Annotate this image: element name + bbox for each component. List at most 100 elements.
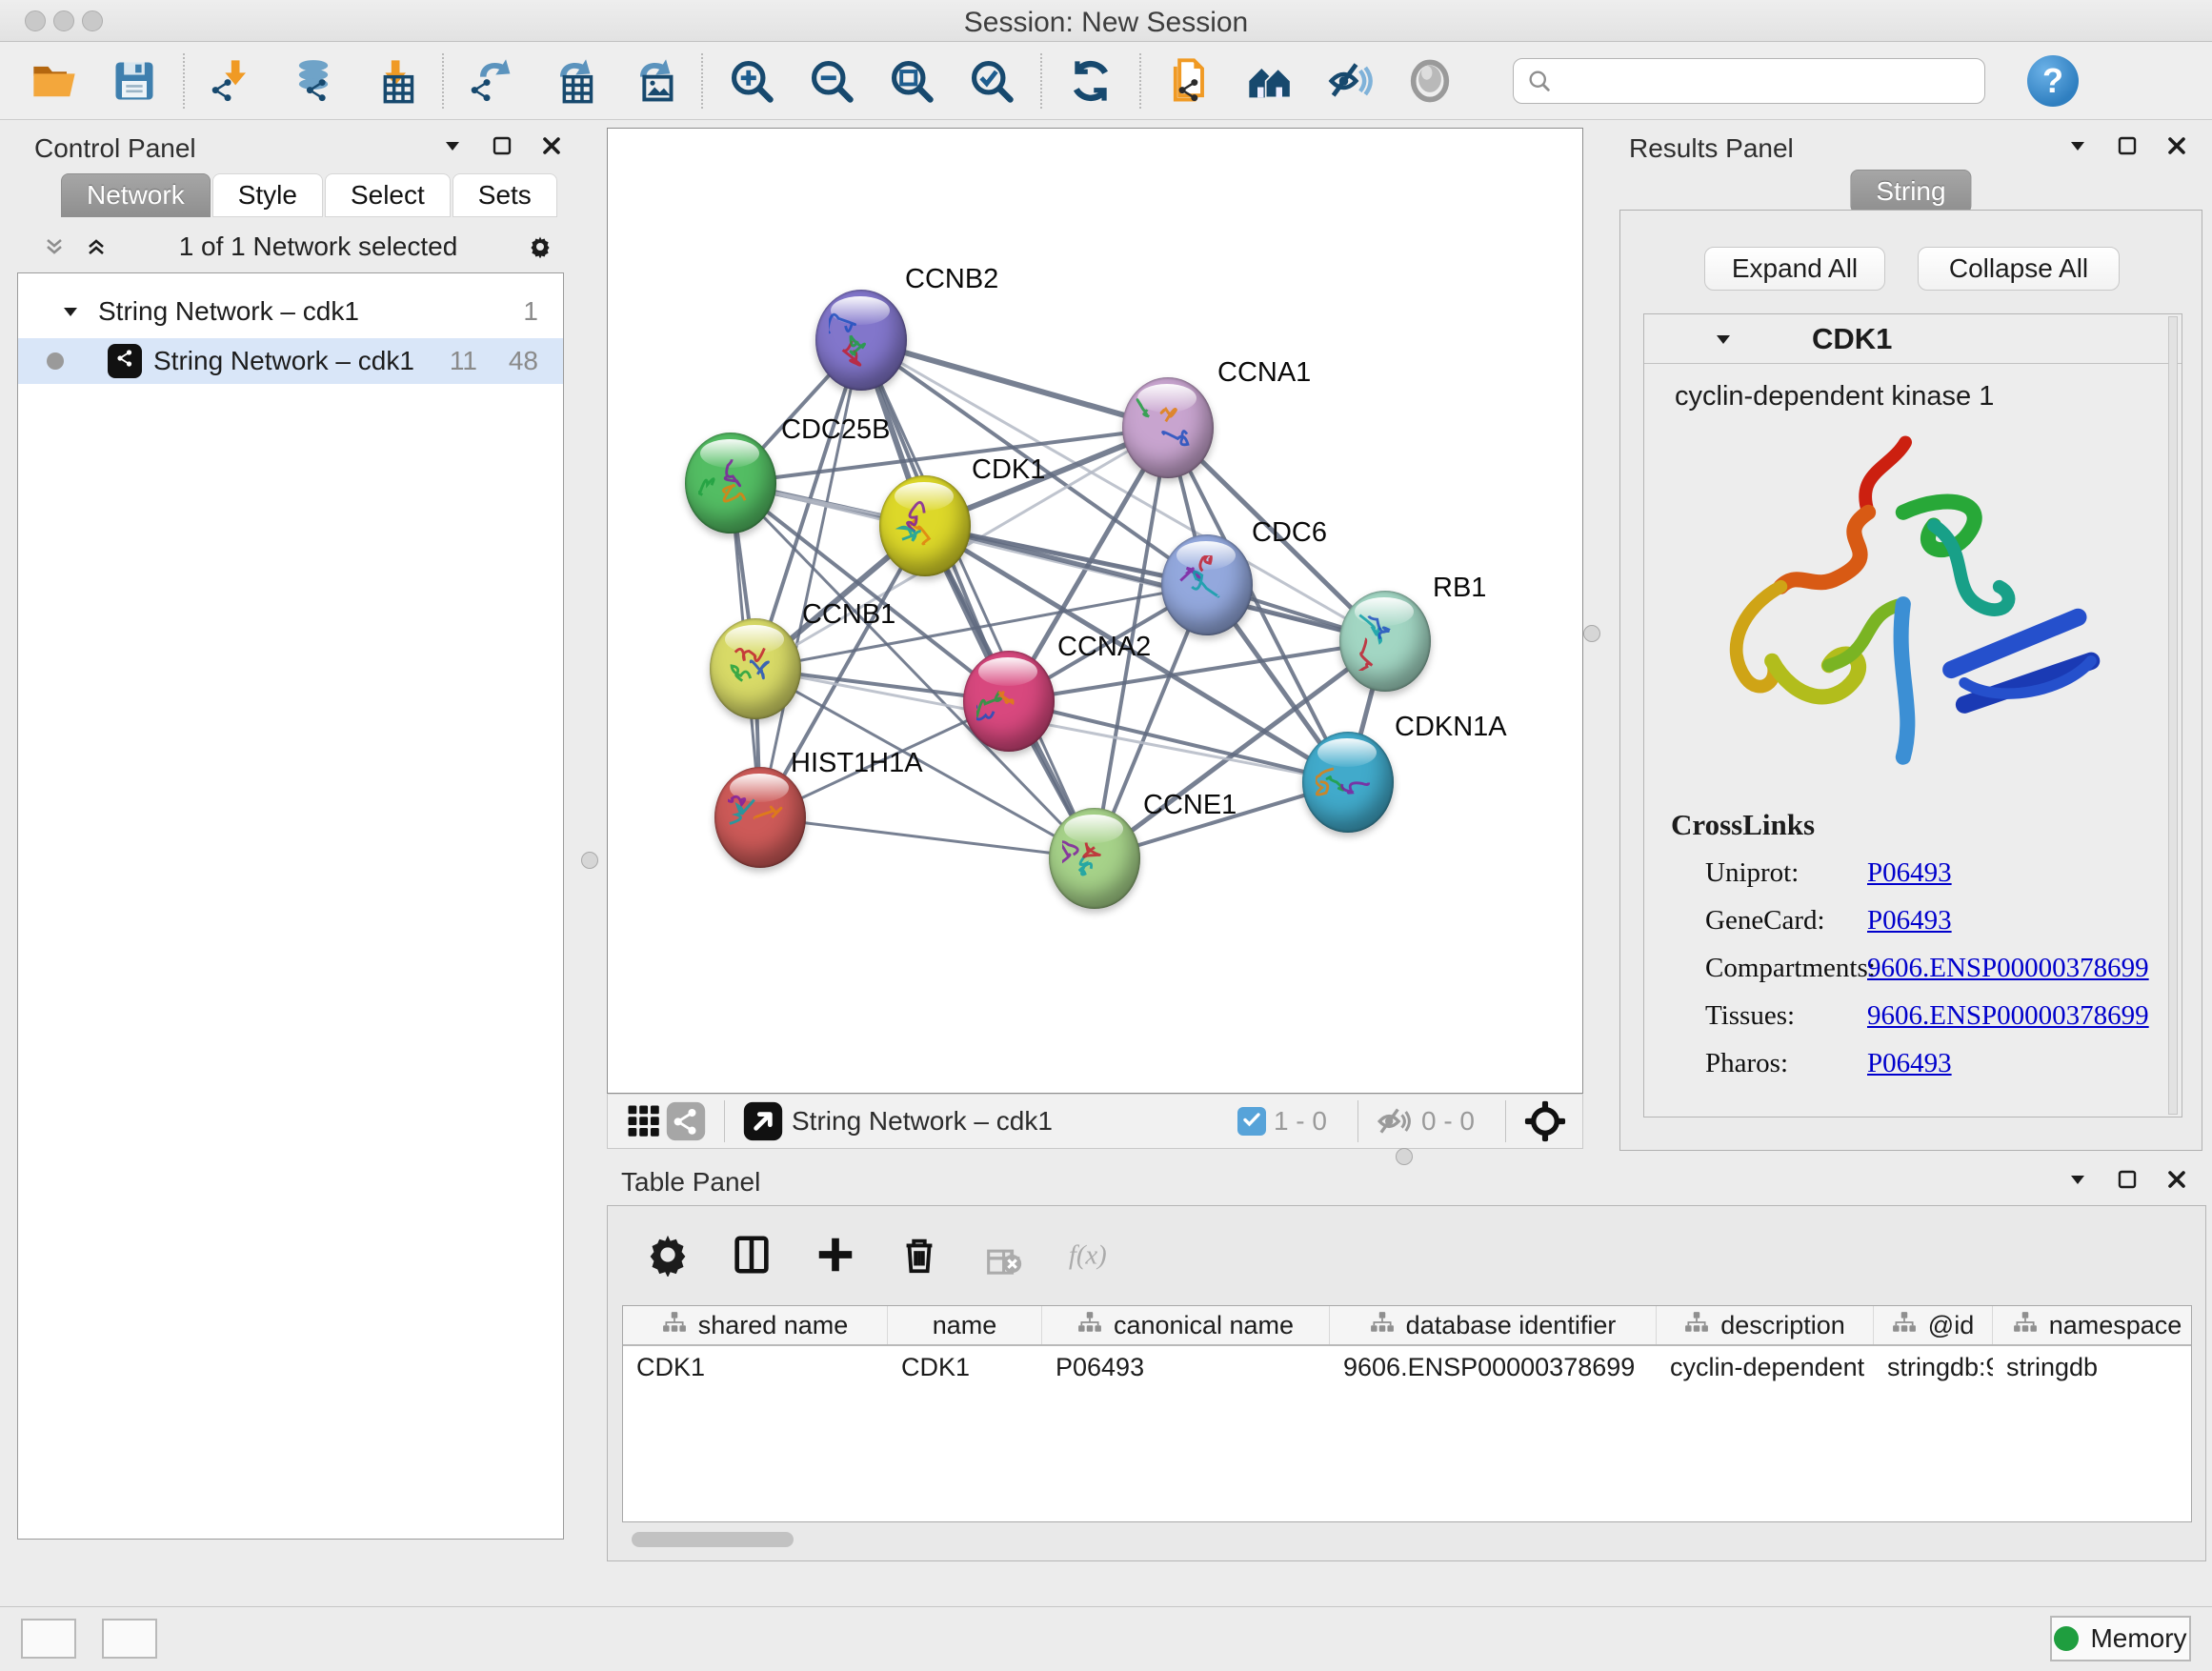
- network-node-CDC6[interactable]: [1161, 534, 1253, 635]
- table-options-gear-icon[interactable]: [642, 1229, 694, 1280]
- export-image-icon[interactable]: [627, 55, 678, 107]
- column-header-canonical-name[interactable]: canonical name: [1042, 1306, 1330, 1344]
- column-header-shared-name[interactable]: shared name: [623, 1306, 888, 1344]
- network-node-CDKN1A[interactable]: [1302, 732, 1394, 833]
- table-row[interactable]: CDK1CDK1P064939606.ENSP00000378699cyclin…: [623, 1346, 2191, 1388]
- import-network-from-database-icon[interactable]: [288, 55, 339, 107]
- show-columns-icon[interactable]: [726, 1229, 777, 1280]
- panel-float-icon[interactable]: [2115, 1167, 2140, 1192]
- import-network-icon[interactable]: [208, 55, 259, 107]
- expand-all-button[interactable]: Expand All: [1704, 247, 1885, 291]
- save-session-icon[interactable]: [109, 55, 160, 107]
- column-header-description[interactable]: description: [1657, 1306, 1874, 1344]
- crosslink-value-link[interactable]: 9606.ENSP00000378699: [1867, 1000, 2149, 1032]
- birds-eye-icon[interactable]: [1523, 1099, 1567, 1143]
- home-network-icon[interactable]: [1244, 55, 1296, 107]
- panel-menu-icon[interactable]: [440, 133, 465, 158]
- node-table[interactable]: shared namenamecanonical namedatabase id…: [622, 1305, 2192, 1522]
- string-view-icon[interactable]: [665, 1100, 707, 1142]
- search-input[interactable]: [1513, 58, 1985, 104]
- cloud-status-button[interactable]: [21, 1619, 76, 1659]
- panel-menu-icon[interactable]: [2065, 133, 2090, 158]
- collection-expander-icon[interactable]: [58, 299, 83, 324]
- network-node-CCNB1[interactable]: [710, 618, 801, 719]
- network-edge-CCNB2-CCNA1[interactable]: [861, 340, 1168, 428]
- network-row[interactable]: String Network – cdk1 11 48: [18, 338, 563, 384]
- selected-checkbox-icon[interactable]: [1237, 1107, 1266, 1136]
- network-edge-CCNB2-CCNE1[interactable]: [861, 340, 1095, 858]
- gene-expander-icon[interactable]: [1711, 327, 1736, 352]
- panel-close-icon[interactable]: [539, 133, 564, 158]
- table-cell[interactable]: stringdb:9...: [1874, 1353, 1993, 1382]
- crosslinks-heading: CrossLinks: [1671, 808, 2166, 842]
- tab-style[interactable]: Style: [212, 173, 323, 217]
- panel-float-icon[interactable]: [2115, 133, 2140, 158]
- panel-close-icon[interactable]: [2164, 1167, 2189, 1192]
- network-canvas[interactable]: CCNB2CCNA1CDC25BCDK1CDC6RB1CCNB1CCNA2CDK…: [607, 128, 1583, 1094]
- column-header-database-identifier[interactable]: database identifier: [1330, 1306, 1657, 1344]
- crosslink-value-link[interactable]: 9606.ENSP00000378699: [1867, 953, 2149, 984]
- table-cell[interactable]: P06493: [1042, 1353, 1330, 1382]
- tab-select[interactable]: Select: [325, 173, 451, 217]
- apply-layout-icon[interactable]: [1065, 55, 1116, 107]
- network-node-CDK1[interactable]: [879, 475, 971, 576]
- vertical-splitter-handle[interactable]: [581, 852, 598, 869]
- memory-button[interactable]: Memory: [2050, 1616, 2191, 1661]
- network-node-HIST1H1A[interactable]: [714, 767, 806, 868]
- network-node-CCNA1[interactable]: [1122, 377, 1214, 478]
- string-import-icon[interactable]: [1164, 55, 1216, 107]
- column-header-name[interactable]: name: [888, 1306, 1042, 1344]
- export-table-icon[interactable]: [547, 55, 598, 107]
- network-node-RB1[interactable]: [1339, 591, 1431, 692]
- table-cell[interactable]: cyclin-dependent ...: [1657, 1353, 1874, 1382]
- panel-float-icon[interactable]: [490, 133, 514, 158]
- collapse-all-networks-icon[interactable]: [42, 234, 67, 259]
- help-button[interactable]: ?: [2027, 55, 2079, 107]
- export-network-icon[interactable]: [467, 55, 518, 107]
- zoom-fit-content-icon[interactable]: [886, 55, 937, 107]
- expand-all-networks-icon[interactable]: [84, 234, 109, 259]
- table-cell[interactable]: CDK1: [888, 1353, 1042, 1382]
- network-collection-row[interactable]: String Network – cdk1 1: [18, 289, 563, 334]
- network-edge-CCNB2-HIST1H1A[interactable]: [760, 340, 861, 817]
- node-label-CCNB2: CCNB2: [905, 264, 998, 295]
- open-session-icon[interactable]: [29, 55, 80, 107]
- network-node-CCNA2[interactable]: [963, 651, 1055, 752]
- gene-card-header[interactable]: CDK1: [1644, 314, 2182, 364]
- zoom-selected-icon[interactable]: [966, 55, 1017, 107]
- create-column-icon[interactable]: [810, 1229, 861, 1280]
- tab-string[interactable]: String: [1850, 170, 1971, 213]
- column-header--id[interactable]: @id: [1874, 1306, 1993, 1344]
- show-hide-glass-icon[interactable]: [1324, 55, 1376, 107]
- crosslink-value-link[interactable]: P06493: [1867, 857, 1952, 889]
- delete-column-icon[interactable]: [894, 1229, 945, 1280]
- tab-network[interactable]: Network: [61, 173, 211, 217]
- hidden-eye-icon[interactable]: [1376, 1102, 1414, 1140]
- network-options-gear-icon[interactable]: [528, 234, 553, 259]
- collapse-all-button[interactable]: Collapse All: [1918, 247, 2120, 291]
- crosslink-value-link[interactable]: P06493: [1867, 1048, 1952, 1079]
- protein-thumbnail: [1316, 753, 1378, 812]
- network-node-CDC25B[interactable]: [685, 433, 776, 534]
- gene-card-scrollbar[interactable]: [2168, 316, 2178, 1115]
- panel-close-icon[interactable]: [2164, 133, 2189, 158]
- import-table-icon[interactable]: [368, 55, 419, 107]
- zoom-in-icon[interactable]: [726, 55, 777, 107]
- tab-sets[interactable]: Sets: [452, 173, 557, 217]
- zoom-out-icon[interactable]: [806, 55, 857, 107]
- vertical-splitter-handle[interactable]: [1583, 625, 1600, 642]
- panel-menu-icon[interactable]: [2065, 1167, 2090, 1192]
- column-header-namespace[interactable]: namespace: [1993, 1306, 2192, 1344]
- table-cell[interactable]: CDK1: [623, 1353, 888, 1382]
- network-node-CCNE1[interactable]: [1049, 808, 1140, 909]
- warnings-button[interactable]: [102, 1619, 157, 1659]
- detach-view-icon[interactable]: [742, 1100, 784, 1142]
- crosslink-value-link[interactable]: P06493: [1867, 905, 1952, 936]
- network-edge-HIST1H1A-CCNE1[interactable]: [760, 817, 1095, 858]
- toolbar-separator: [183, 53, 185, 109]
- grid-view-icon[interactable]: [623, 1100, 665, 1142]
- network-node-CCNB2[interactable]: [815, 290, 907, 391]
- table-cell[interactable]: stringdb: [1993, 1353, 2192, 1382]
- table-cell[interactable]: 9606.ENSP00000378699: [1330, 1353, 1657, 1382]
- table-horizontal-scrollbar[interactable]: [632, 1532, 794, 1547]
